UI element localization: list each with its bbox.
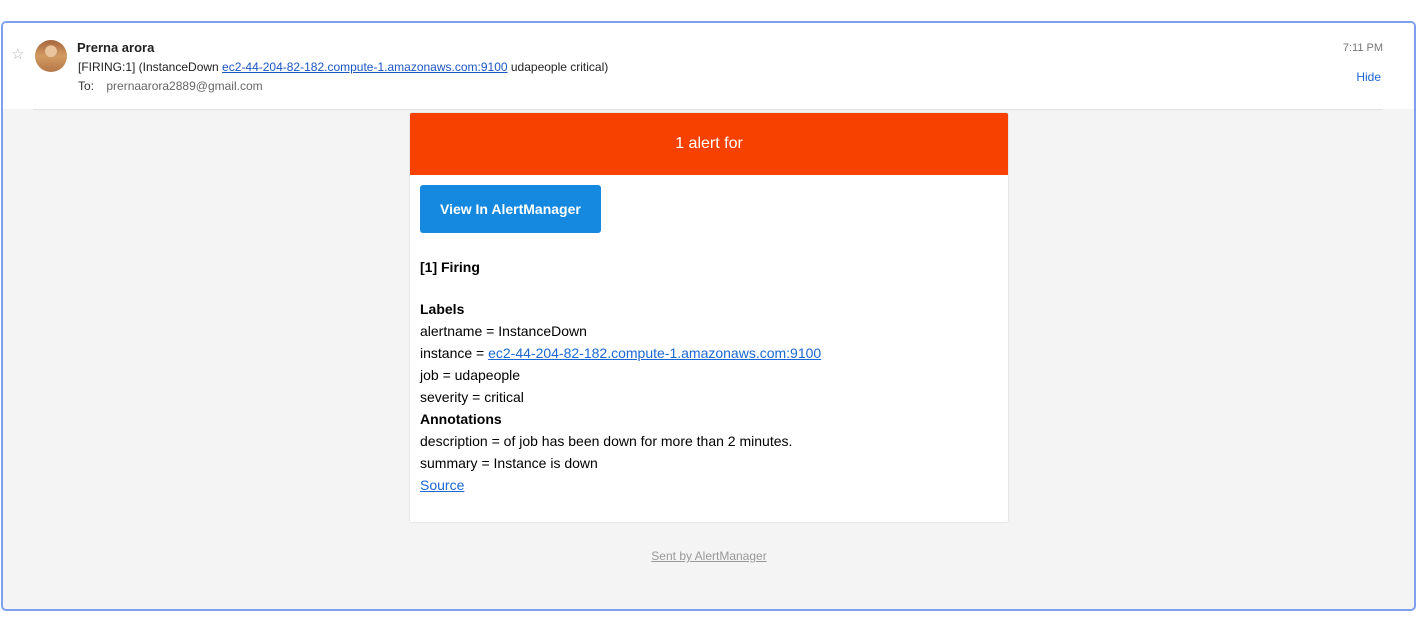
subject-prefix: [FIRING:1] (InstanceDown [78,60,223,74]
star-icon[interactable]: ☆ [11,47,24,62]
email-message-frame: ☆ Prerna arora [FIRING:1] (InstanceDown … [1,21,1416,611]
view-in-alertmanager-button[interactable]: View In AlertManager [420,185,601,233]
alert-card: 1 alert for View In AlertManager [1] Fir… [409,112,1009,523]
footer: Sent by AlertManager [409,549,1009,563]
label-instance: instance = ec2-44-204-82-182.compute-1.a… [420,342,998,364]
recipient-line: To: prernaarora2889@gmail.com [78,79,263,93]
recipient-address[interactable]: prernaarora2889@gmail.com [106,79,262,93]
message-time: 7:11 PM [1342,42,1383,54]
label-job: job = udapeople [420,367,521,383]
subject-instance-link[interactable]: ec2-44-204-82-182.compute-1.amazonaws.co… [222,60,508,74]
sender-name[interactable]: Prerna arora [77,40,154,55]
label-instance-prefix: instance = [420,345,489,361]
annotations-heading: Annotations [420,411,502,427]
avatar[interactable] [35,40,67,72]
message-header: ☆ Prerna arora [FIRING:1] (InstanceDown … [3,23,1414,109]
header-divider [33,109,1383,110]
alert-banner: 1 alert for [410,113,1008,175]
hide-details-link[interactable]: Hide [1356,70,1381,84]
instance-link[interactable]: ec2-44-204-82-182.compute-1.amazonaws.co… [488,345,821,361]
subject-line: [FIRING:1] (InstanceDown ec2-44-204-82-1… [78,60,608,74]
sent-by-alertmanager-link[interactable]: Sent by AlertManager [651,549,766,563]
alert-card-body: View In AlertManager [1] Firing Labels a… [410,175,1008,496]
label-alertname: alertname = InstanceDown [420,323,587,339]
annotation-description: description = of job has been down for m… [420,433,793,449]
source-link[interactable]: Source [420,477,464,493]
subject-suffix: udapeople critical) [507,60,609,74]
firing-heading: [1] Firing [420,259,480,275]
to-label: To: [78,79,95,93]
annotation-summary: summary = Instance is down [420,455,598,471]
source-line: Source [420,474,998,496]
labels-heading: Labels [420,301,465,317]
label-severity: severity = critical [420,389,524,405]
